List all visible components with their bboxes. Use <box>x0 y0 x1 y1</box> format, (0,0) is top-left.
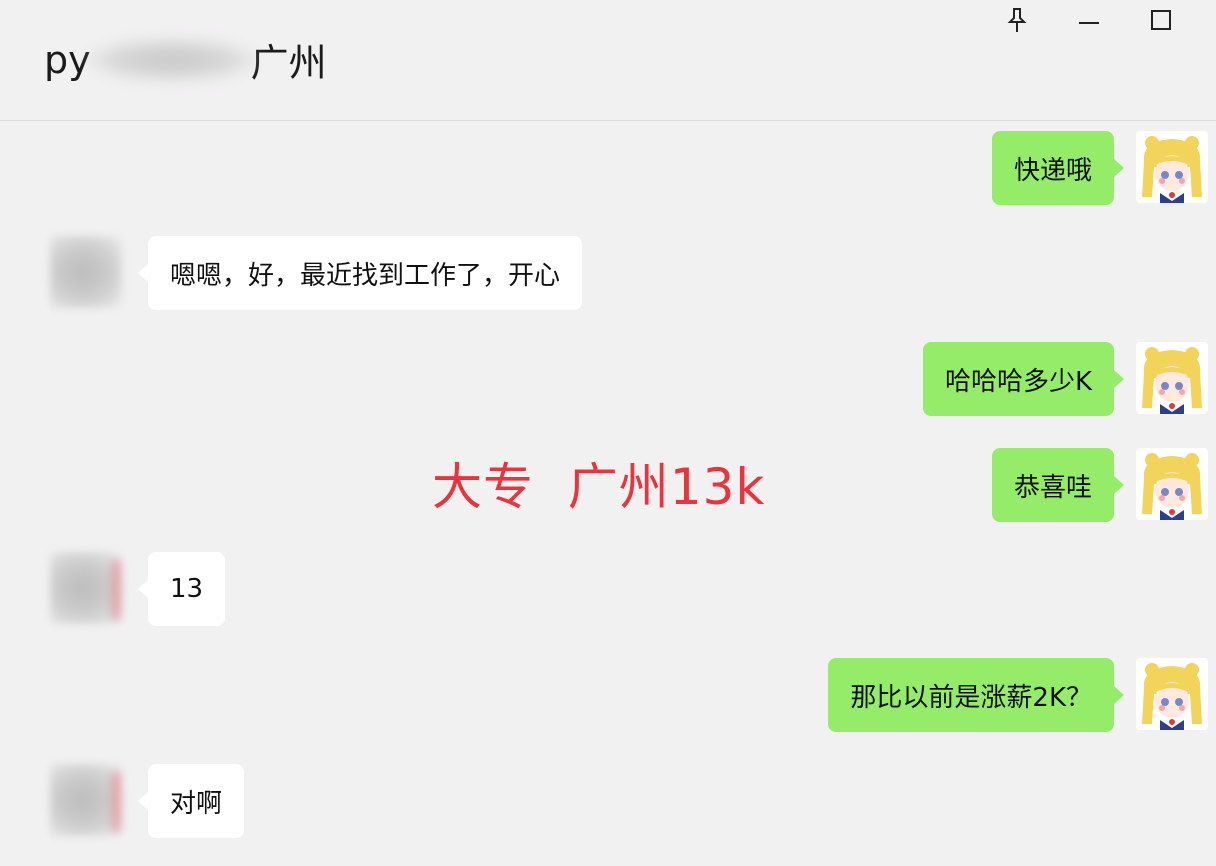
message-text: 哈哈哈多少K <box>944 366 1092 397</box>
anime-girl-avatar-icon <box>1136 342 1208 414</box>
message-bubble-outgoing[interactable]: 恭喜哇 <box>991 448 1125 522</box>
message-text: 快递哦 <box>1013 155 1092 186</box>
maximize-button[interactable] <box>1144 4 1178 36</box>
pin-icon <box>1007 8 1027 32</box>
message-bubble-incoming[interactable]: 嗯嗯，好，最近找到工作了，开心 <box>137 236 583 310</box>
message-bubble-outgoing[interactable]: 那比以前是涨薪2K？ <box>828 658 1124 732</box>
my-avatar[interactable] <box>1136 658 1208 730</box>
contact-avatar-blurred[interactable] <box>50 764 122 836</box>
message-text: 恭喜哇 <box>1013 472 1092 503</box>
maximize-icon <box>1151 10 1171 30</box>
chat-title: py 广州 <box>44 32 327 87</box>
message-text: 那比以前是涨薪2K？ <box>850 682 1092 713</box>
minimize-icon <box>1079 22 1099 24</box>
chat-title-prefix: py <box>44 37 91 82</box>
overlay-caption: 大专 广州13k <box>432 458 766 516</box>
my-avatar[interactable] <box>1136 342 1208 414</box>
anime-girl-avatar-icon <box>1136 658 1208 730</box>
minimize-button[interactable] <box>1072 4 1106 36</box>
message-text: 嗯嗯，好，最近找到工作了，开心 <box>170 260 561 291</box>
chat-title-suffix: 广州 <box>250 41 327 85</box>
message-text: 13 <box>170 574 204 604</box>
contact-avatar-blurred[interactable] <box>50 236 122 308</box>
message-bubble-outgoing[interactable]: 哈哈哈多少K <box>922 342 1125 416</box>
anime-girl-avatar-icon <box>1136 131 1208 203</box>
my-avatar[interactable] <box>1136 131 1208 203</box>
window-controls <box>1000 4 1178 36</box>
chat-header: py 广州 <box>0 0 1216 121</box>
message-bubble-incoming[interactable]: 13 <box>137 552 226 626</box>
message-text: 对啊 <box>170 788 223 819</box>
anime-girl-avatar-icon <box>1136 448 1208 520</box>
pin-button[interactable] <box>1000 4 1034 36</box>
my-avatar[interactable] <box>1136 448 1208 520</box>
message-bubble-outgoing[interactable]: 快递哦 <box>991 131 1125 205</box>
message-bubble-incoming[interactable]: 对啊 <box>137 764 245 838</box>
contact-avatar-blurred[interactable] <box>50 552 122 624</box>
redacted-name-blur <box>86 37 257 82</box>
